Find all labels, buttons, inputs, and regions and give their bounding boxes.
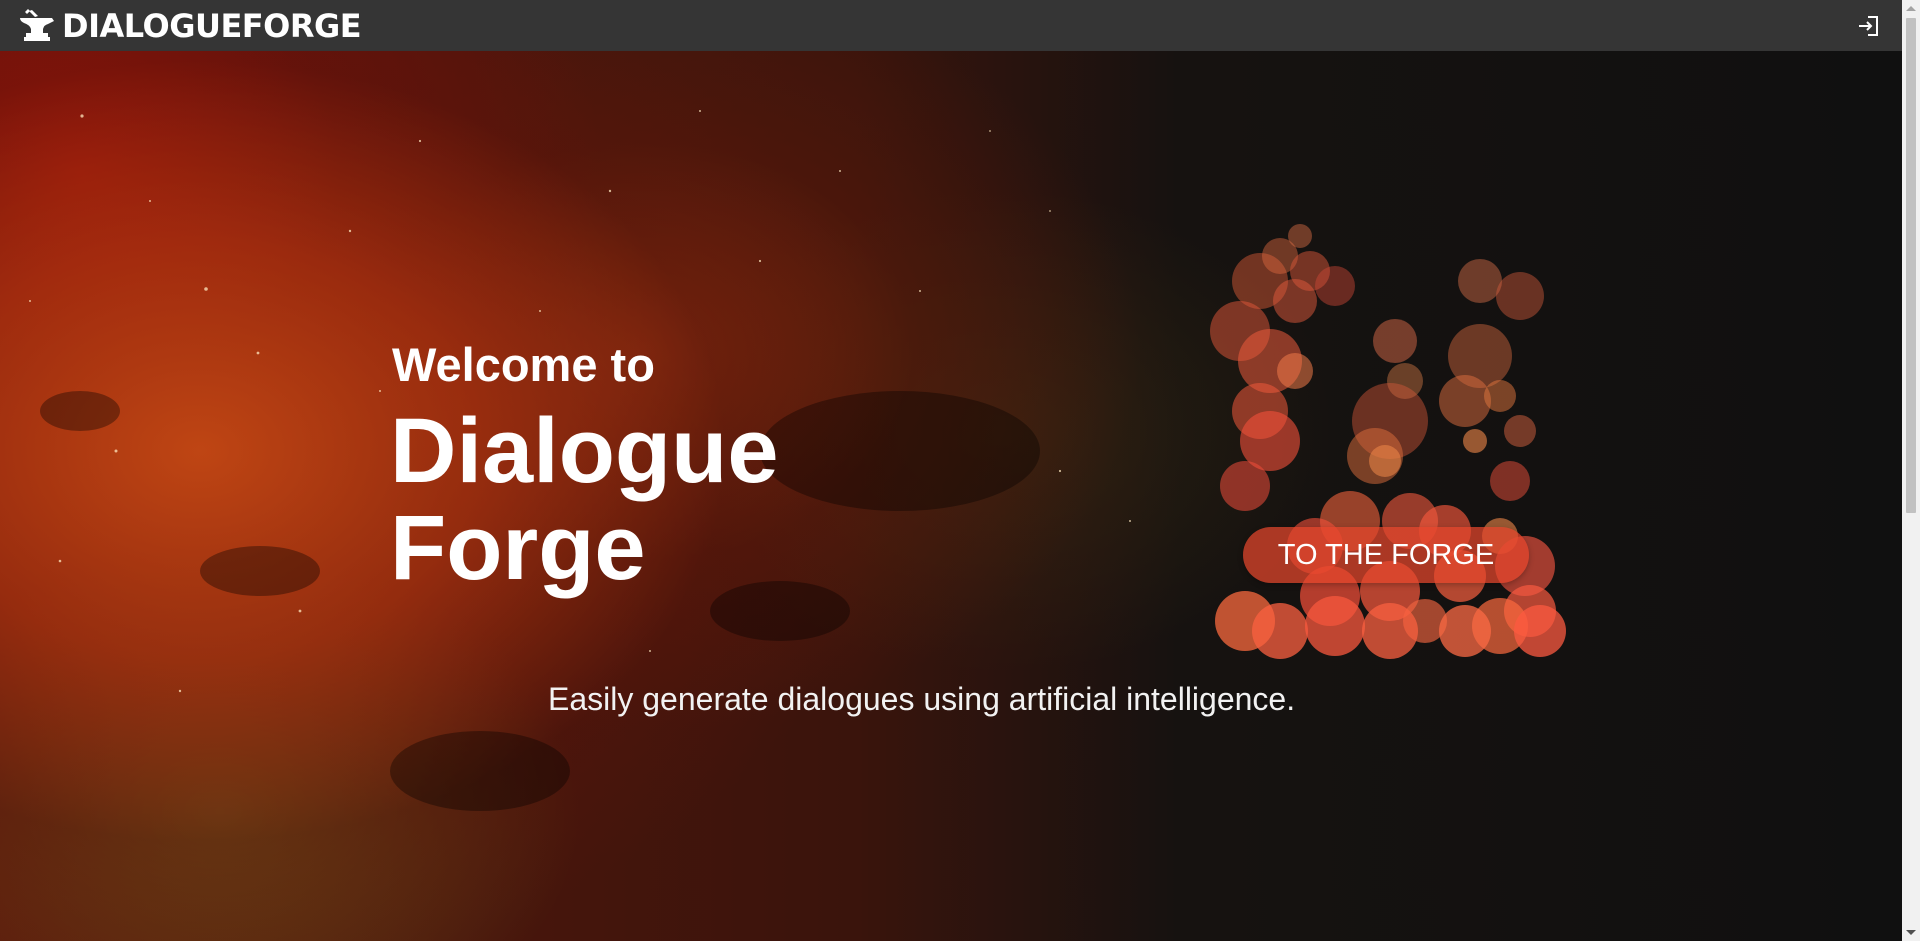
sign-in-icon[interactable] <box>1856 13 1882 39</box>
nebula-background <box>29 110 1131 811</box>
scroll-down-arrow-icon[interactable] <box>1906 930 1916 935</box>
scrollbar-thumb[interactable] <box>1906 18 1916 513</box>
anvil-icon <box>18 8 56 43</box>
hero-section: Welcome to Dialogue Forge TO THE FORGE E… <box>0 51 1902 941</box>
page-title: Dialogue Forge <box>390 403 910 597</box>
top-navbar: DIALOGUEFORGE <box>0 0 1902 51</box>
scroll-up-arrow-icon[interactable] <box>1906 6 1916 11</box>
tagline: Easily generate dialogues using artifici… <box>548 681 1296 717</box>
title-line-1: Dialogue <box>390 400 779 502</box>
vertical-scrollbar[interactable] <box>1902 0 1920 941</box>
to-the-forge-button[interactable]: TO THE FORGE <box>1243 527 1529 583</box>
title-line-2: Forge <box>390 497 646 599</box>
brand-name: DIALOGUEFORGE <box>62 6 362 45</box>
forge-bubbles <box>1210 224 1566 659</box>
welcome-heading: Welcome to <box>392 338 655 391</box>
brand-logo[interactable]: DIALOGUEFORGE <box>18 6 362 45</box>
